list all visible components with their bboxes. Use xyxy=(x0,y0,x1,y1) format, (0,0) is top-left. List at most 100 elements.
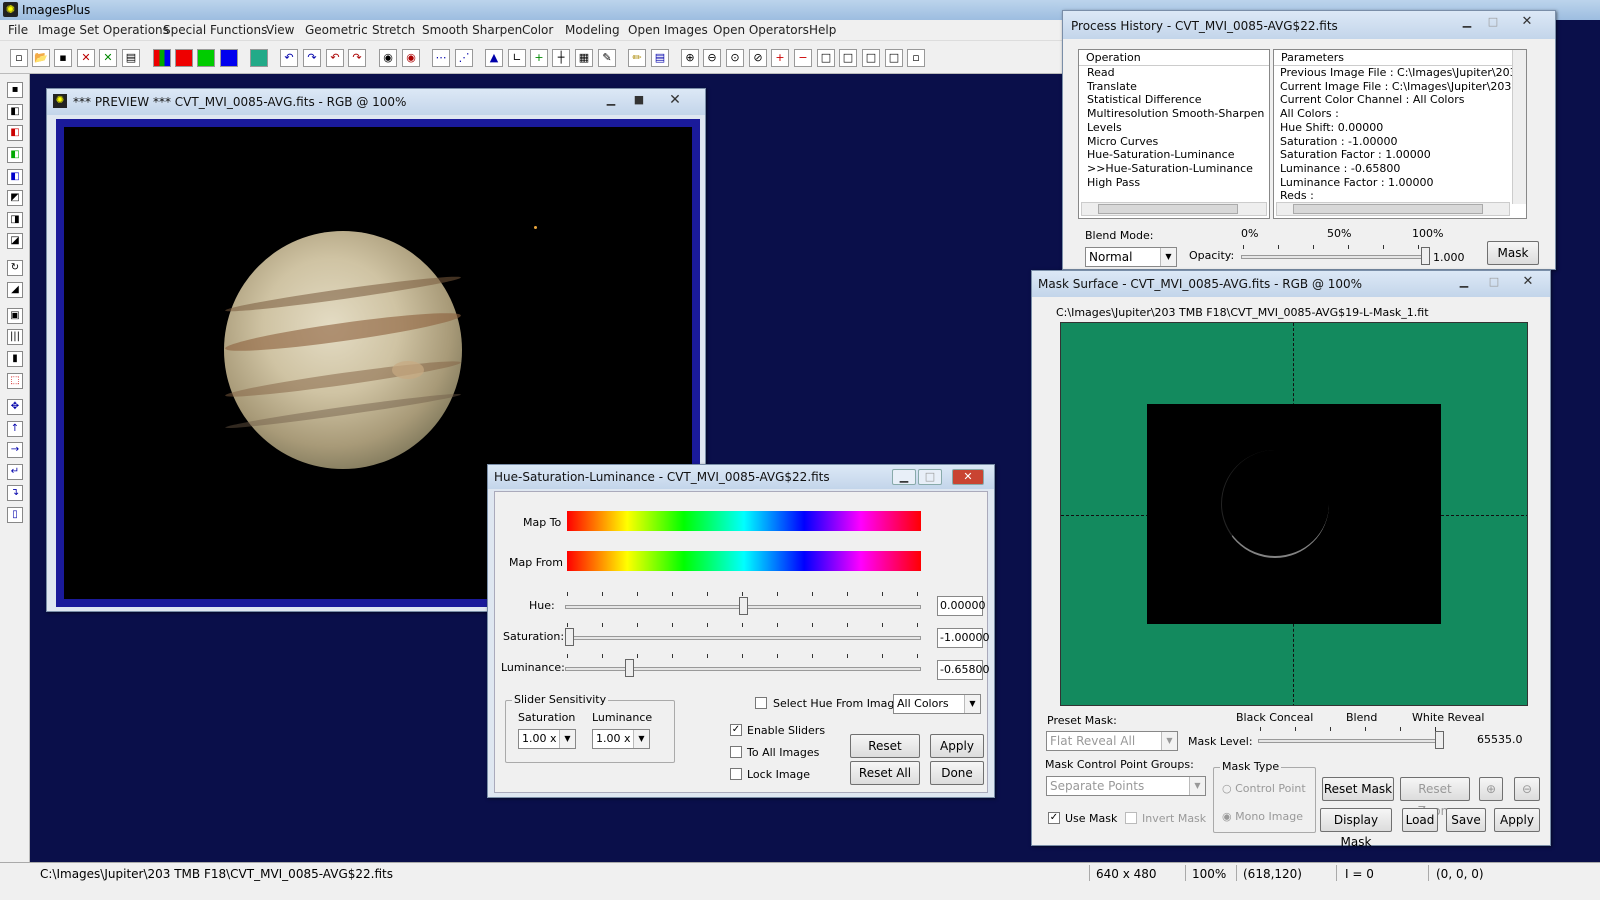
window-3-icon[interactable]: □ xyxy=(862,49,880,67)
frame-tool-icon[interactable]: ▣ xyxy=(7,308,23,324)
histogram-icon[interactable]: ▲ xyxy=(485,49,503,67)
mask-canvas[interactable] xyxy=(1060,322,1528,706)
black-tool-icon[interactable]: ▮ xyxy=(7,351,23,367)
bw-tool-icon[interactable]: ◧ xyxy=(7,104,23,120)
close-all-icon[interactable]: ✕ xyxy=(99,49,117,67)
menu-stretch[interactable]: Stretch xyxy=(372,23,415,37)
zoom-actual-icon[interactable]: ⊘ xyxy=(749,49,767,67)
reset-mask-button[interactable]: Reset Mask xyxy=(1322,777,1394,801)
blend-mode-select[interactable]: Normal ▼ xyxy=(1085,247,1177,267)
luminance-slider-thumb[interactable] xyxy=(625,659,634,677)
list-icon[interactable]: ▤ xyxy=(651,49,669,67)
parameter-hscrollbar[interactable] xyxy=(1276,202,1510,216)
menu-view[interactable]: View xyxy=(266,23,294,37)
green-tool-icon[interactable]: ◧ xyxy=(7,147,23,163)
close-icon[interactable]: ✕ xyxy=(663,93,687,109)
move-tool-icon[interactable]: ✥ xyxy=(7,399,23,415)
red-tool-icon[interactable]: ◧ xyxy=(7,125,23,141)
minimize-icon[interactable]: ▁ xyxy=(1452,275,1476,291)
operation-item[interactable]: Read xyxy=(1087,66,1261,80)
menu-smooth-sharpen[interactable]: Smooth Sharpen xyxy=(422,23,522,37)
pencil-icon[interactable]: ✏ xyxy=(628,49,646,67)
operation-item[interactable]: Hue-Saturation-Luminance xyxy=(1087,148,1261,162)
green-channel-icon[interactable] xyxy=(197,49,215,67)
arrow-right-icon[interactable]: → xyxy=(7,442,23,458)
zoom-out-icon[interactable]: ⊖ xyxy=(1514,777,1540,801)
zoom-fit-icon[interactable]: ⊙ xyxy=(726,49,744,67)
done-button[interactable]: Done xyxy=(930,761,984,785)
maximize-icon[interactable]: □ xyxy=(1482,275,1506,291)
maximize-icon[interactable]: ■ xyxy=(627,93,651,109)
saturation-slider[interactable] xyxy=(565,636,921,640)
luminance-slider[interactable] xyxy=(565,667,921,671)
parameter-list[interactable]: Parameters Previous Image File : C:\Imag… xyxy=(1273,49,1527,219)
operation-item[interactable]: Statistical Difference xyxy=(1087,93,1261,107)
color-channel-select[interactable]: All Colors ▼ xyxy=(893,694,981,714)
reset-button[interactable]: Reset xyxy=(850,734,920,758)
circle-select-icon[interactable]: ◉ xyxy=(379,49,397,67)
operation-item[interactable]: Micro Curves xyxy=(1087,135,1261,149)
color-picker-icon[interactable]: ✎ xyxy=(598,49,616,67)
minimize-icon[interactable]: ▁ xyxy=(1455,15,1479,31)
curve-icon[interactable]: ∟ xyxy=(508,49,526,67)
window-4-icon[interactable]: □ xyxy=(885,49,903,67)
layers-tool-icon[interactable]: ◩ xyxy=(7,190,23,206)
print-icon[interactable]: ▤ xyxy=(122,49,140,67)
points-icon[interactable]: ⋰ xyxy=(455,49,473,67)
select-hue-checkbox[interactable] xyxy=(755,697,767,709)
red-channel-icon[interactable] xyxy=(175,49,193,67)
display-mask-button[interactable]: Display Mask xyxy=(1320,808,1392,849)
mask-level-thumb[interactable] xyxy=(1435,731,1444,749)
new-file-icon[interactable]: ▫ xyxy=(10,49,28,67)
operation-item[interactable]: Levels xyxy=(1087,121,1261,135)
arrow-return-icon[interactable]: ↵ xyxy=(7,464,23,480)
redo-all-icon[interactable]: ↷ xyxy=(348,49,366,67)
close-icon[interactable]: ✕ xyxy=(952,469,984,485)
menu-file[interactable]: File xyxy=(8,23,28,37)
control-point-radio[interactable]: ○ Control Point xyxy=(1222,782,1306,795)
saturation-sensitivity-select[interactable]: 1.00 x ▼ xyxy=(518,729,576,749)
menu-image-set-operations[interactable]: Image Set Operations xyxy=(38,23,169,37)
menu-modeling[interactable]: Modeling xyxy=(565,23,620,37)
close-image-icon[interactable]: ✕ xyxy=(77,49,95,67)
page-tool-icon[interactable]: ▯ xyxy=(7,507,23,523)
select-tool-icon[interactable]: ⬚ xyxy=(7,373,23,389)
saturation-slider-thumb[interactable] xyxy=(565,628,574,646)
minimize-icon[interactable]: ▁ xyxy=(892,469,916,485)
rotate-tool-icon[interactable]: ↻ xyxy=(7,260,23,276)
minimize-icon[interactable]: ▁ xyxy=(599,93,623,109)
dots-icon[interactable]: ⋯ xyxy=(432,49,450,67)
luminance-icon[interactable] xyxy=(250,49,268,67)
circle-red-icon[interactable]: ◉ xyxy=(402,49,420,67)
mask-button[interactable]: Mask xyxy=(1487,241,1539,265)
mono-tool-icon[interactable]: ◨ xyxy=(7,212,23,228)
operation-list[interactable]: Operation Read Translate Statistical Dif… xyxy=(1078,49,1270,219)
window-2-icon[interactable]: □ xyxy=(839,49,857,67)
open-folder-icon[interactable]: 📂 xyxy=(32,49,50,67)
save-tool-icon[interactable]: ▪ xyxy=(7,82,23,98)
menu-special-functions[interactable]: Special Functions xyxy=(163,23,267,37)
mask-level-slider[interactable] xyxy=(1258,739,1444,743)
preset-mask-select[interactable]: Flat Reveal All ▼ xyxy=(1046,731,1178,751)
parameter-vscrollbar[interactable] xyxy=(1512,50,1526,204)
remove-point-icon[interactable]: − xyxy=(794,49,812,67)
close-icon[interactable]: ✕ xyxy=(1516,275,1540,291)
gradient-tool-icon[interactable]: ◢ xyxy=(7,282,23,298)
split-tool-icon[interactable]: ◪ xyxy=(7,233,23,249)
luminance-sensitivity-select[interactable]: 1.00 x ▼ xyxy=(592,729,650,749)
close-icon[interactable]: ✕ xyxy=(1515,15,1539,31)
undo-all-icon[interactable]: ↶ xyxy=(326,49,344,67)
menu-open-images[interactable]: Open Images xyxy=(628,23,708,37)
operation-header[interactable]: Operation xyxy=(1079,50,1269,66)
menu-color[interactable]: Color xyxy=(522,23,553,37)
to-all-images-checkbox[interactable] xyxy=(730,746,742,758)
window-5-icon[interactable]: ▫ xyxy=(907,49,925,67)
parameter-header[interactable]: Parameters xyxy=(1274,50,1526,66)
redo-icon[interactable]: ↷ xyxy=(303,49,321,67)
grid-icon[interactable]: ▦ xyxy=(575,49,593,67)
maximize-icon[interactable]: □ xyxy=(918,469,942,485)
opacity-slider[interactable] xyxy=(1241,255,1429,259)
plus-green-icon[interactable]: + xyxy=(530,49,548,67)
operation-hscrollbar[interactable] xyxy=(1081,202,1267,216)
save-icon[interactable]: ▪ xyxy=(54,49,72,67)
